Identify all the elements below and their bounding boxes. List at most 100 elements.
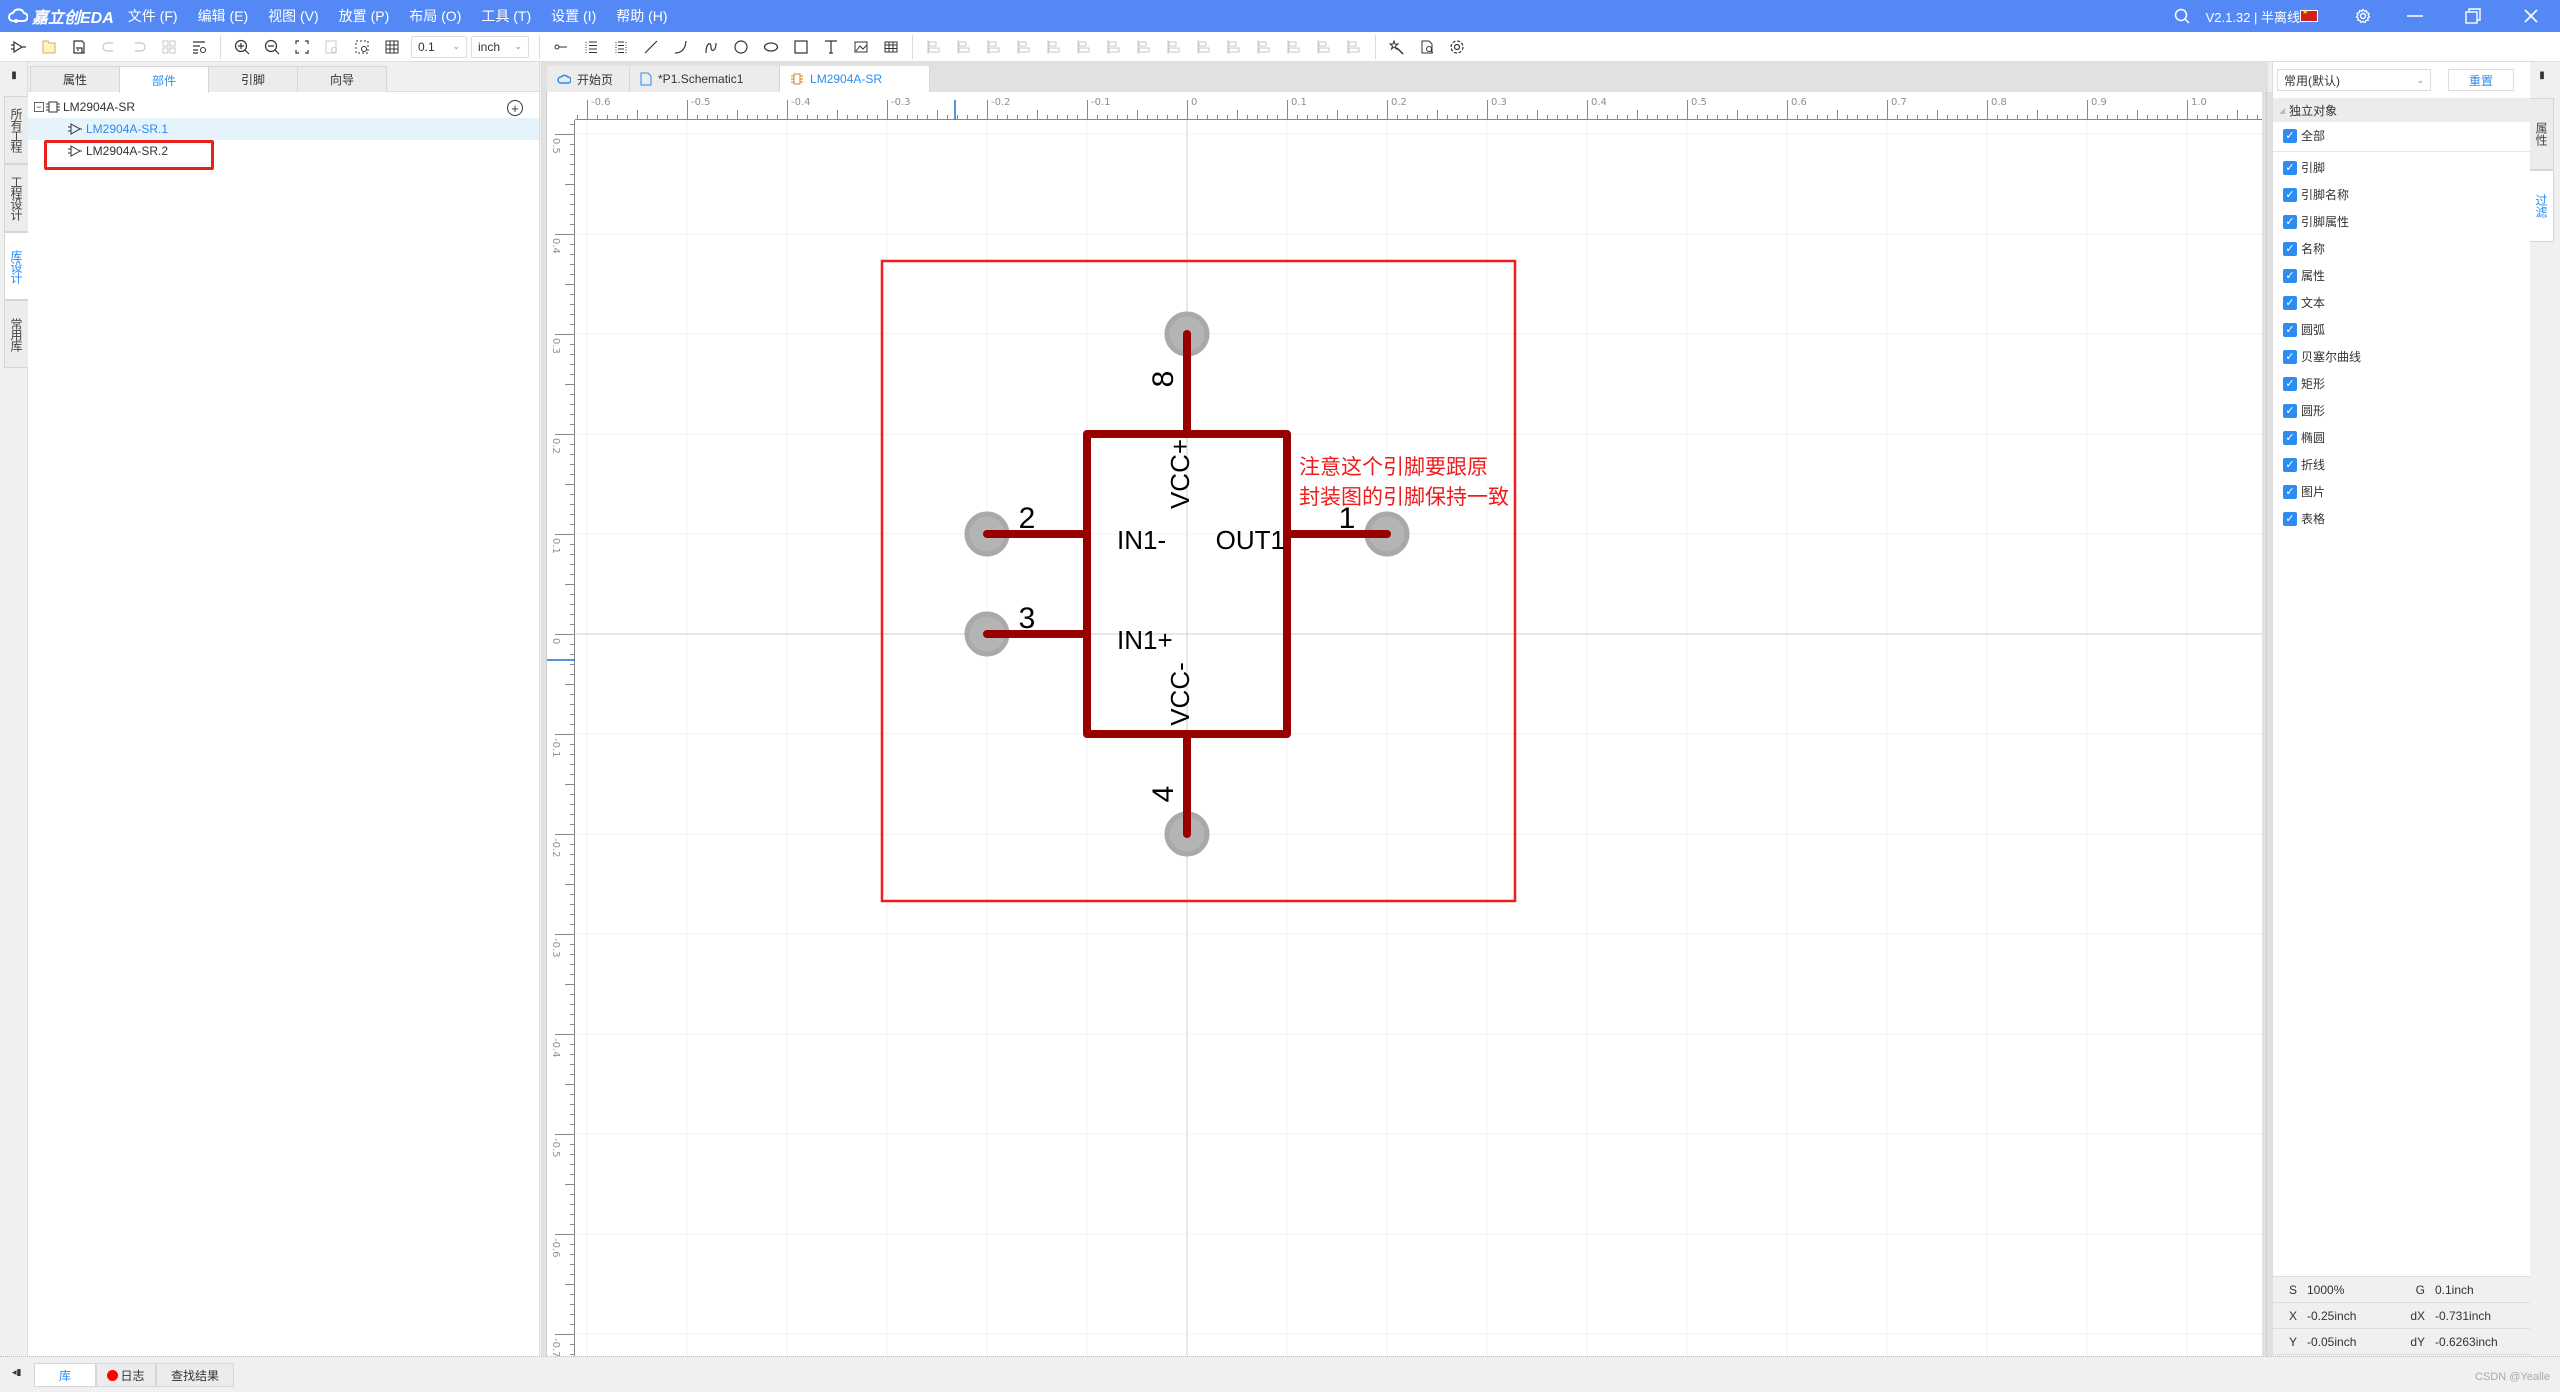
grid-size-select[interactable]: 0.1 ⌄	[411, 35, 467, 58]
search-icon[interactable]	[2166, 0, 2198, 32]
canvas-svg[interactable]: -0.6 -0.5 -0.4 -0.3 -0.2 -0.1 0 0.1 0.2 0.3 0.4 0.5…	[547, 92, 2262, 1358]
tree-root[interactable]: − LM2904A-SR	[28, 96, 539, 118]
menu-settings[interactable]: 设置 (I)	[551, 6, 596, 26]
filter-item[interactable]: ✓ 折线	[2273, 451, 2530, 478]
pin-icon[interactable]: ▮	[2530, 62, 2554, 88]
doc-tab-symbol[interactable]: LM2904A-SR	[780, 66, 931, 92]
find-list-icon[interactable]	[184, 34, 214, 60]
flip-h-icon[interactable]	[1249, 34, 1279, 60]
align-hcenter-icon[interactable]	[1039, 34, 1069, 60]
filter-item[interactable]: ✓ 引脚名称	[2273, 181, 2530, 208]
menu-edit[interactable]: 编辑 (E)	[198, 6, 249, 26]
collapse-icon[interactable]: −	[34, 102, 44, 112]
reset-button[interactable]: 重置	[2448, 69, 2514, 91]
rotate-right-icon[interactable]	[1219, 34, 1249, 60]
gear-icon[interactable]	[2340, 0, 2386, 32]
bring-front-icon[interactable]	[1309, 34, 1339, 60]
filter-item[interactable]: ✓ 矩形	[2273, 370, 2530, 397]
pin-icon[interactable]	[546, 34, 576, 60]
zoom-selection-icon[interactable]	[317, 34, 347, 60]
tab-wizard[interactable]: 向导	[297, 66, 387, 92]
tab-properties[interactable]: 属性	[30, 66, 120, 92]
checkbox-checked-icon[interactable]: ✓	[2283, 295, 2297, 310]
doc-tab-start[interactable]: 开始页	[547, 66, 631, 92]
rectangle-icon[interactable]	[786, 34, 816, 60]
zoom-in-icon[interactable]	[227, 34, 257, 60]
flip-v-icon[interactable]	[1279, 34, 1309, 60]
pin-double-array-icon[interactable]	[606, 34, 636, 60]
checkbox-checked-icon[interactable]: ✓	[2283, 376, 2297, 391]
section-header[interactable]: ◢ 独立对象	[2273, 98, 2530, 122]
menu-tools[interactable]: 工具 (T)	[481, 6, 531, 26]
open-folder-icon[interactable]	[34, 34, 64, 60]
circle-icon[interactable]	[726, 34, 756, 60]
align-top-icon[interactable]	[979, 34, 1009, 60]
checkbox-checked-icon[interactable]: ✓	[2283, 268, 2297, 283]
distribute-v-icon[interactable]	[1159, 34, 1189, 60]
align-left-icon[interactable]	[919, 34, 949, 60]
filter-item[interactable]: ✓ 引脚属性	[2273, 208, 2530, 235]
doc-tab-schematic[interactable]: *P1.Schematic1	[630, 66, 781, 92]
grid-icon[interactable]	[377, 34, 407, 60]
add-part-button[interactable]: +	[507, 100, 523, 116]
filter-preset-select[interactable]: 常用(默认) ⌄	[2277, 69, 2431, 91]
check-doc-icon[interactable]	[1412, 34, 1442, 60]
vtab-filter[interactable]: 过滤	[2530, 170, 2554, 242]
align-right-icon[interactable]	[949, 34, 979, 60]
filter-item[interactable]: ✓ 名称	[2273, 235, 2530, 262]
zoom-out-icon[interactable]	[257, 34, 287, 60]
filter-all[interactable]: ✓ 全部	[2273, 122, 2530, 149]
pin-icon[interactable]: ▮	[0, 62, 28, 88]
unit-select[interactable]: inch ⌄	[471, 35, 529, 58]
ellipse-icon[interactable]	[756, 34, 786, 60]
image-icon[interactable]	[846, 34, 876, 60]
checkbox-checked-icon[interactable]: ✓	[2283, 241, 2297, 256]
checkbox-checked-icon[interactable]: ✓	[2283, 511, 2297, 526]
checkbox-checked-icon[interactable]: ✓	[2283, 484, 2297, 499]
tab-pins[interactable]: 引脚	[208, 66, 298, 92]
checkbox-checked-icon[interactable]: ✓	[2283, 349, 2297, 364]
align-grid-icon[interactable]	[1099, 34, 1129, 60]
filter-item[interactable]: ✓ 圆弧	[2273, 316, 2530, 343]
bottom-tab-library[interactable]: 库	[34, 1363, 96, 1387]
align-bottom-icon[interactable]	[1009, 34, 1039, 60]
checkbox-checked-icon[interactable]: ✓	[2283, 128, 2297, 143]
send-back-icon[interactable]	[1339, 34, 1369, 60]
checkbox-checked-icon[interactable]: ✓	[2283, 322, 2297, 337]
vtab-properties[interactable]: 属性	[2530, 98, 2554, 170]
filter-item[interactable]: ✓ 贝塞尔曲线	[2273, 343, 2530, 370]
menu-view[interactable]: 视图 (V)	[268, 6, 319, 26]
checkbox-checked-icon[interactable]: ✓	[2283, 430, 2297, 445]
checkbox-checked-icon[interactable]: ✓	[2283, 214, 2297, 229]
undo-icon[interactable]	[94, 34, 124, 60]
right-splitter[interactable]	[2266, 92, 2272, 1356]
filter-item[interactable]: ✓ 文本	[2273, 289, 2530, 316]
menu-layout[interactable]: 布局 (O)	[409, 6, 461, 26]
filter-item[interactable]: ✓ 图片	[2273, 478, 2530, 505]
arc-icon[interactable]	[666, 34, 696, 60]
wizard-icon[interactable]	[1382, 34, 1412, 60]
checkbox-checked-icon[interactable]: ✓	[2283, 160, 2297, 175]
vtab-project-design[interactable]: 工程设计	[4, 164, 28, 232]
schematic-canvas[interactable]: -0.6 -0.5 -0.4 -0.3 -0.2 -0.1 0 0.1 0.2 0.3 0.4 0.5…	[547, 92, 2262, 1358]
zoom-area-icon[interactable]	[347, 34, 377, 60]
tree-item-part-1[interactable]: LM2904A-SR.1	[28, 118, 539, 140]
left-splitter[interactable]	[541, 92, 547, 1356]
filter-item[interactable]: ✓ 表格	[2273, 505, 2530, 532]
fit-icon[interactable]	[287, 34, 317, 60]
filter-item[interactable]: ✓ 引脚	[2273, 154, 2530, 181]
redo-icon[interactable]	[124, 34, 154, 60]
align-vcenter-icon[interactable]	[1069, 34, 1099, 60]
bottom-tab-find-results[interactable]: 查找结果	[156, 1363, 234, 1387]
save-icon[interactable]	[64, 34, 94, 60]
text-icon[interactable]	[816, 34, 846, 60]
menu-help[interactable]: 帮助 (H)	[616, 6, 667, 26]
flag-cn-icon[interactable]	[2300, 8, 2318, 22]
bottom-tab-log[interactable]: 日志	[96, 1363, 156, 1387]
minimize-icon[interactable]	[2386, 0, 2444, 32]
bezier-icon[interactable]	[696, 34, 726, 60]
checkbox-checked-icon[interactable]: ✓	[2283, 457, 2297, 472]
line-icon[interactable]	[636, 34, 666, 60]
filter-item[interactable]: ✓ 圆形	[2273, 397, 2530, 424]
close-icon[interactable]	[2502, 0, 2560, 32]
